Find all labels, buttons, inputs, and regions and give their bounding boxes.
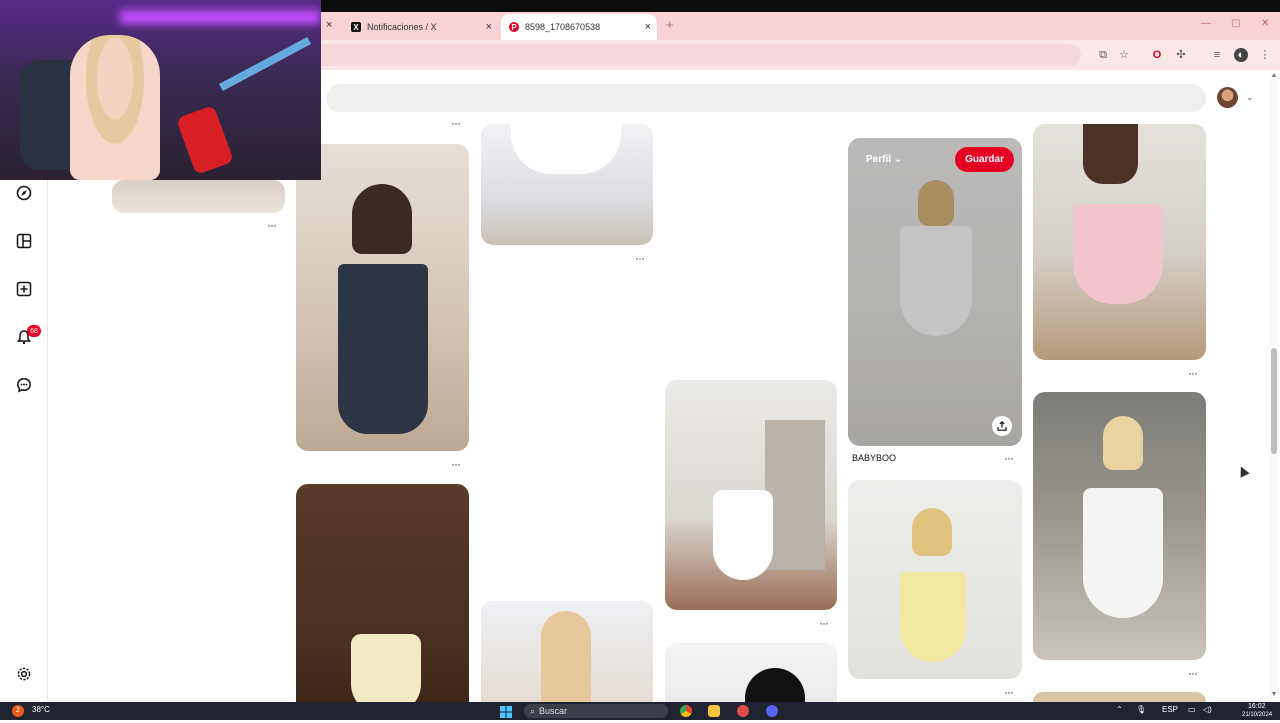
pin-image[interactable] xyxy=(1033,392,1206,660)
share-icon[interactable] xyxy=(992,416,1012,436)
file-explorer-icon[interactable] xyxy=(708,705,720,717)
scrollbar-thumb[interactable] xyxy=(1271,348,1277,454)
save-button[interactable]: Guardar xyxy=(955,147,1014,172)
hover-overlay xyxy=(848,138,1022,446)
chevron-down-icon: ⌄ xyxy=(893,154,903,165)
weather-alert-icon[interactable]: 2 xyxy=(12,705,24,717)
sidebar-divider xyxy=(47,180,48,700)
pin-image[interactable] xyxy=(481,601,653,714)
search-icon: ⌕ xyxy=(530,705,536,716)
mouse-cursor xyxy=(1236,464,1250,478)
pin-more-options-icon[interactable]: ··· xyxy=(1188,666,1198,680)
pin-more-options-icon[interactable]: ··· xyxy=(1004,685,1014,699)
weather-temperature[interactable]: 38°C xyxy=(32,705,50,714)
scroll-up-icon[interactable]: ▲ xyxy=(1270,72,1278,79)
pin-image[interactable] xyxy=(665,380,837,610)
new-tab-button[interactable]: + xyxy=(666,17,674,32)
tab-title: 8598_1708670538 xyxy=(525,22,601,32)
obs-app-icon[interactable] xyxy=(737,705,749,717)
pin-image[interactable] xyxy=(848,480,1022,679)
pin-more-options-icon[interactable]: ··· xyxy=(635,251,645,265)
chrome-menu-icon[interactable]: ⋮ xyxy=(1258,48,1272,62)
maximize-window-icon[interactable]: ▢ xyxy=(1231,18,1240,29)
pin-image[interactable] xyxy=(1033,124,1206,360)
pin-image[interactable] xyxy=(296,144,469,451)
pin-more-options-icon[interactable]: ··· xyxy=(1188,366,1198,380)
microphone-icon[interactable]: 🎙 xyxy=(1136,705,1146,714)
tab-close-icon[interactable]: × xyxy=(486,21,492,33)
profile-dropdown[interactable]: Perfil ⌄ xyxy=(866,154,902,165)
input-language[interactable]: ESP xyxy=(1162,705,1178,714)
taskbar-search[interactable]: ⌕ Buscar xyxy=(524,704,668,718)
bookmark-star-icon[interactable]: ☆ xyxy=(1117,48,1131,62)
minimize-window-icon[interactable]: — xyxy=(1201,18,1211,29)
pin-image[interactable] xyxy=(481,124,653,245)
tab-pinterest[interactable]: P 8598_1708670538 × xyxy=(501,14,657,40)
user-avatar[interactable] xyxy=(1217,87,1238,108)
pin-more-options-icon[interactable]: ··· xyxy=(819,616,829,630)
x-logo-icon: X xyxy=(351,22,361,32)
search-placeholder: Buscar xyxy=(539,706,568,716)
volume-icon[interactable]: ◁) xyxy=(1203,705,1212,714)
pin-more-options-icon[interactable]: ··· xyxy=(1004,451,1014,465)
clock-time[interactable]: 16:02 xyxy=(1248,703,1266,710)
pin-more-options-icon[interactable]: ··· xyxy=(267,218,277,232)
network-icon[interactable]: ▭ xyxy=(1188,705,1196,714)
search-bar[interactable] xyxy=(326,84,1206,112)
tab-title: Notificaciones / X xyxy=(367,22,437,32)
pin-image[interactable] xyxy=(296,484,469,714)
profile-dropdown-label: Perfil xyxy=(866,154,892,165)
address-bar[interactable] xyxy=(321,44,1081,66)
tab-notificaciones[interactable]: X Notificaciones / X × xyxy=(343,14,498,40)
media-control-icon[interactable]: ≡ xyxy=(1210,48,1224,62)
profile-avatar-icon[interactable]: ◐ xyxy=(1234,48,1248,62)
pin-more-options-icon[interactable]: ··· xyxy=(451,116,461,130)
messages-icon[interactable] xyxy=(14,375,34,395)
discord-app-icon[interactable] xyxy=(766,705,778,717)
pin-more-options-icon[interactable]: ··· xyxy=(451,457,461,471)
extensions-puzzle-icon[interactable]: ✣ xyxy=(1174,48,1188,62)
pin-caption[interactable]: BABYBOO xyxy=(852,453,896,463)
pinterest-logo-icon: P xyxy=(509,22,519,32)
boards-icon[interactable] xyxy=(14,231,34,251)
settings-gear-icon[interactable] xyxy=(14,664,34,684)
create-pin-icon[interactable] xyxy=(14,279,34,299)
scroll-down-icon[interactable]: ▼ xyxy=(1270,691,1278,698)
tab-close-icon[interactable]: × xyxy=(645,21,651,33)
opera-extension-icon[interactable]: O xyxy=(1150,48,1164,62)
pin-image-hovered[interactable]: Perfil ⌄ Guardar xyxy=(848,138,1022,446)
browser-toolbar: ⧉ ☆ O ✣ ≡ ◐ ⋮ xyxy=(321,40,1280,70)
pin-image[interactable] xyxy=(112,180,285,213)
tab-close-icon[interactable]: × xyxy=(326,19,332,31)
browser-tab-bar: × X Notificaciones / X × P 8598_17086705… xyxy=(321,12,1280,40)
windows-start-icon[interactable] xyxy=(500,705,512,718)
webcam-overlay xyxy=(0,0,321,180)
windows-taskbar: 2 38°C ⌕ Buscar ⌃ 🎙 ESP ▭ ◁) 16:02 21/10… xyxy=(0,702,1280,720)
chevron-down-icon[interactable]: ⌄ xyxy=(1246,92,1254,103)
install-app-icon[interactable]: ⧉ xyxy=(1096,48,1110,62)
explore-compass-icon[interactable] xyxy=(14,183,34,203)
chevron-up-icon[interactable]: ⌃ xyxy=(1116,705,1123,714)
notifications-count-badge: 68 xyxy=(27,325,41,337)
chrome-app-icon[interactable] xyxy=(680,705,692,717)
clock-date[interactable]: 21/10/2024 xyxy=(1242,712,1272,718)
close-window-icon[interactable]: ✕ xyxy=(1261,18,1269,29)
